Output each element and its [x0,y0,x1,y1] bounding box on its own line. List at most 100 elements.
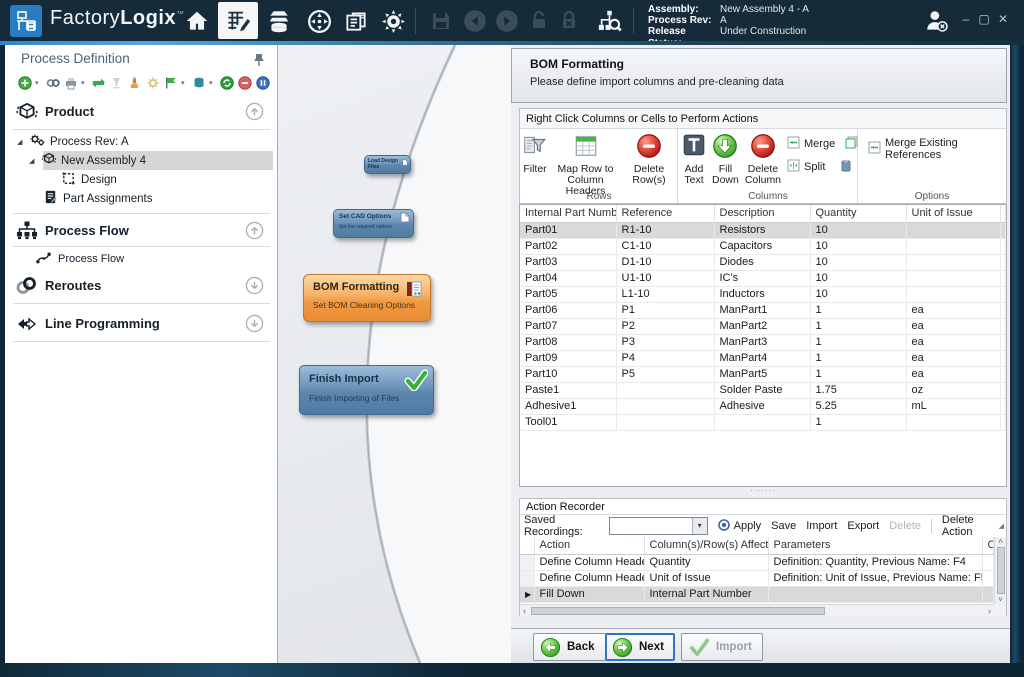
bom-cell[interactable] [1000,382,1006,398]
action-cell[interactable] [982,570,994,586]
bom-cell[interactable]: Part10 [520,366,616,382]
bom-cell[interactable]: Part02 [520,238,616,254]
column-header[interactable]: Quantity [810,205,906,222]
bom-cell[interactable]: Part03 [520,254,616,270]
vertical-scrollbar[interactable]: ˄ ˅ [994,537,1006,604]
action-cell[interactable] [982,586,994,602]
bom-cell[interactable]: L1-10 [616,286,714,302]
apply-button[interactable]: Apply [718,519,762,534]
action-cell[interactable]: Definition: Unit of Issue, Previous Name… [768,570,982,586]
bom-cell[interactable] [616,398,714,414]
bom-cell[interactable] [616,414,714,430]
tree-item-new-assembly[interactable]: ◢ New Assembly 4 [29,151,146,170]
column-header[interactable]: C [982,537,994,554]
bom-row[interactable]: Part06P1ManPart11ea [520,302,1006,318]
bom-cell[interactable] [1000,398,1006,414]
close-button[interactable]: ✕ [995,13,1011,25]
import-db-icon[interactable] [191,76,206,91]
bom-cell[interactable]: Part06 [520,302,616,318]
bom-cell[interactable]: Adhesive [714,398,810,414]
home-icon[interactable] [182,6,212,36]
bom-row[interactable]: Part05L1-10Inductors10 [520,286,1006,302]
copy-table-icon[interactable] [845,136,858,152]
tree-item-design[interactable]: Design [61,170,117,189]
bom-cell[interactable] [1000,350,1006,366]
action-cell[interactable]: Define Column Header [534,570,644,586]
user-disconnect-icon[interactable] [922,6,952,36]
bom-row[interactable]: Part04U1-10IC's10 [520,270,1006,286]
horizontal-scrollbar[interactable]: ‹ › [520,604,994,616]
minimize-button[interactable]: – [958,13,974,25]
action-cell[interactable]: Internal Part Number [644,586,768,602]
process-audit-icon[interactable] [594,6,624,36]
collapse-up-icon[interactable] [245,221,264,243]
tree-item-part-assignments[interactable]: Part Assignments [43,189,152,208]
column-header[interactable]: Internal Part Numb... [520,205,616,222]
bom-cell[interactable] [1000,302,1006,318]
chevron-down-icon[interactable]: ▾ [692,518,707,534]
paste-icon[interactable] [841,159,851,175]
bom-cell[interactable]: Capacitors [714,238,810,254]
find-icon[interactable] [45,76,60,91]
bom-cell[interactable]: 1 [810,366,906,382]
tree-item-process-rev[interactable]: ◢ Process Rev: A [17,132,129,151]
merge-existing-references-button[interactable]: Merge Existing References [858,129,1006,161]
column-header[interactable]: Parameters [768,537,982,554]
action-row[interactable]: Define Column HeaderQuantityDefinition: … [520,554,994,570]
bom-cell[interactable]: Adhesive1 [520,398,616,414]
saved-recordings-select[interactable]: ▾ [609,517,707,535]
column-header[interactable]: Description [714,205,810,222]
bom-cell[interactable] [616,382,714,398]
bom-cell[interactable]: 1 [810,350,906,366]
bom-cell[interactable] [1000,318,1006,334]
bom-cell[interactable]: ManPart4 [714,350,810,366]
import-recording-button[interactable]: Import [806,520,837,532]
print-caret-icon[interactable]: ▾ [81,79,88,87]
bom-cell[interactable]: 10 [810,254,906,270]
bom-cell[interactable]: 10 [810,238,906,254]
section-product[interactable]: Product [5,97,278,127]
expander-icon[interactable]: ◢ [17,138,27,146]
bom-cell[interactable]: ea [906,302,1000,318]
column-header[interactable]: Column(s)/Row(s) Affected [644,537,768,554]
bom-cell[interactable]: 5.25 [810,398,906,414]
bom-cell[interactable] [1000,270,1006,286]
collapse-down-icon[interactable] [245,314,264,336]
bom-cell[interactable]: 1 [810,414,906,430]
bom-cell[interactable]: P3 [616,334,714,350]
action-cell[interactable]: Fill Down [534,586,644,602]
bom-row[interactable]: Tool011 [520,414,1006,430]
bom-cell[interactable]: U1-10 [616,270,714,286]
step-bom-formatting-active[interactable]: BOM Formatting Set BOM Cleaning Options [303,274,431,322]
bom-cell[interactable] [906,222,1000,238]
bom-cell[interactable]: Part04 [520,270,616,286]
action-cell[interactable]: Define Column Header [534,554,644,570]
bom-cell[interactable] [906,238,1000,254]
scroll-up-icon[interactable]: ˄ [998,537,1003,546]
bom-cell[interactable]: IC's [714,270,810,286]
materials-icon[interactable] [264,6,294,36]
export-recording-button[interactable]: Export [847,520,879,532]
bom-cell[interactable] [1000,414,1006,430]
column-header[interactable]: Action [534,537,644,554]
bom-row[interactable]: Paste1Solder Paste1.75oz [520,382,1006,398]
add-caret-icon[interactable]: ▾ [35,79,42,87]
bom-cell[interactable]: 1 [810,302,906,318]
bom-cell[interactable]: Resistors [714,222,810,238]
back-button[interactable]: Back [533,633,606,661]
step-finish-import[interactable]: Finish Import Finish Importing of Files [299,365,434,415]
bom-cell[interactable]: Part01 [520,222,616,238]
bom-row[interactable]: Part09P4ManPart41ea [520,350,1006,366]
export-caret-icon[interactable]: ▾ [181,79,188,87]
split-button[interactable]: Split [787,159,858,175]
action-cell[interactable]: Quantity [644,554,768,570]
bom-row[interactable]: Part01R1-10Resistors10 [520,222,1006,238]
bom-cell[interactable]: Solder Paste [714,382,810,398]
bom-cell[interactable]: Inductors [714,286,810,302]
pin-icon[interactable] [253,53,265,70]
scroll-down-icon[interactable]: ˅ [998,595,1003,604]
bom-cell[interactable]: 1 [810,334,906,350]
tree-item-process-flow[interactable]: Process Flow [35,250,124,268]
bom-cell[interactable] [1000,238,1006,254]
bom-cell[interactable]: Part07 [520,318,616,334]
